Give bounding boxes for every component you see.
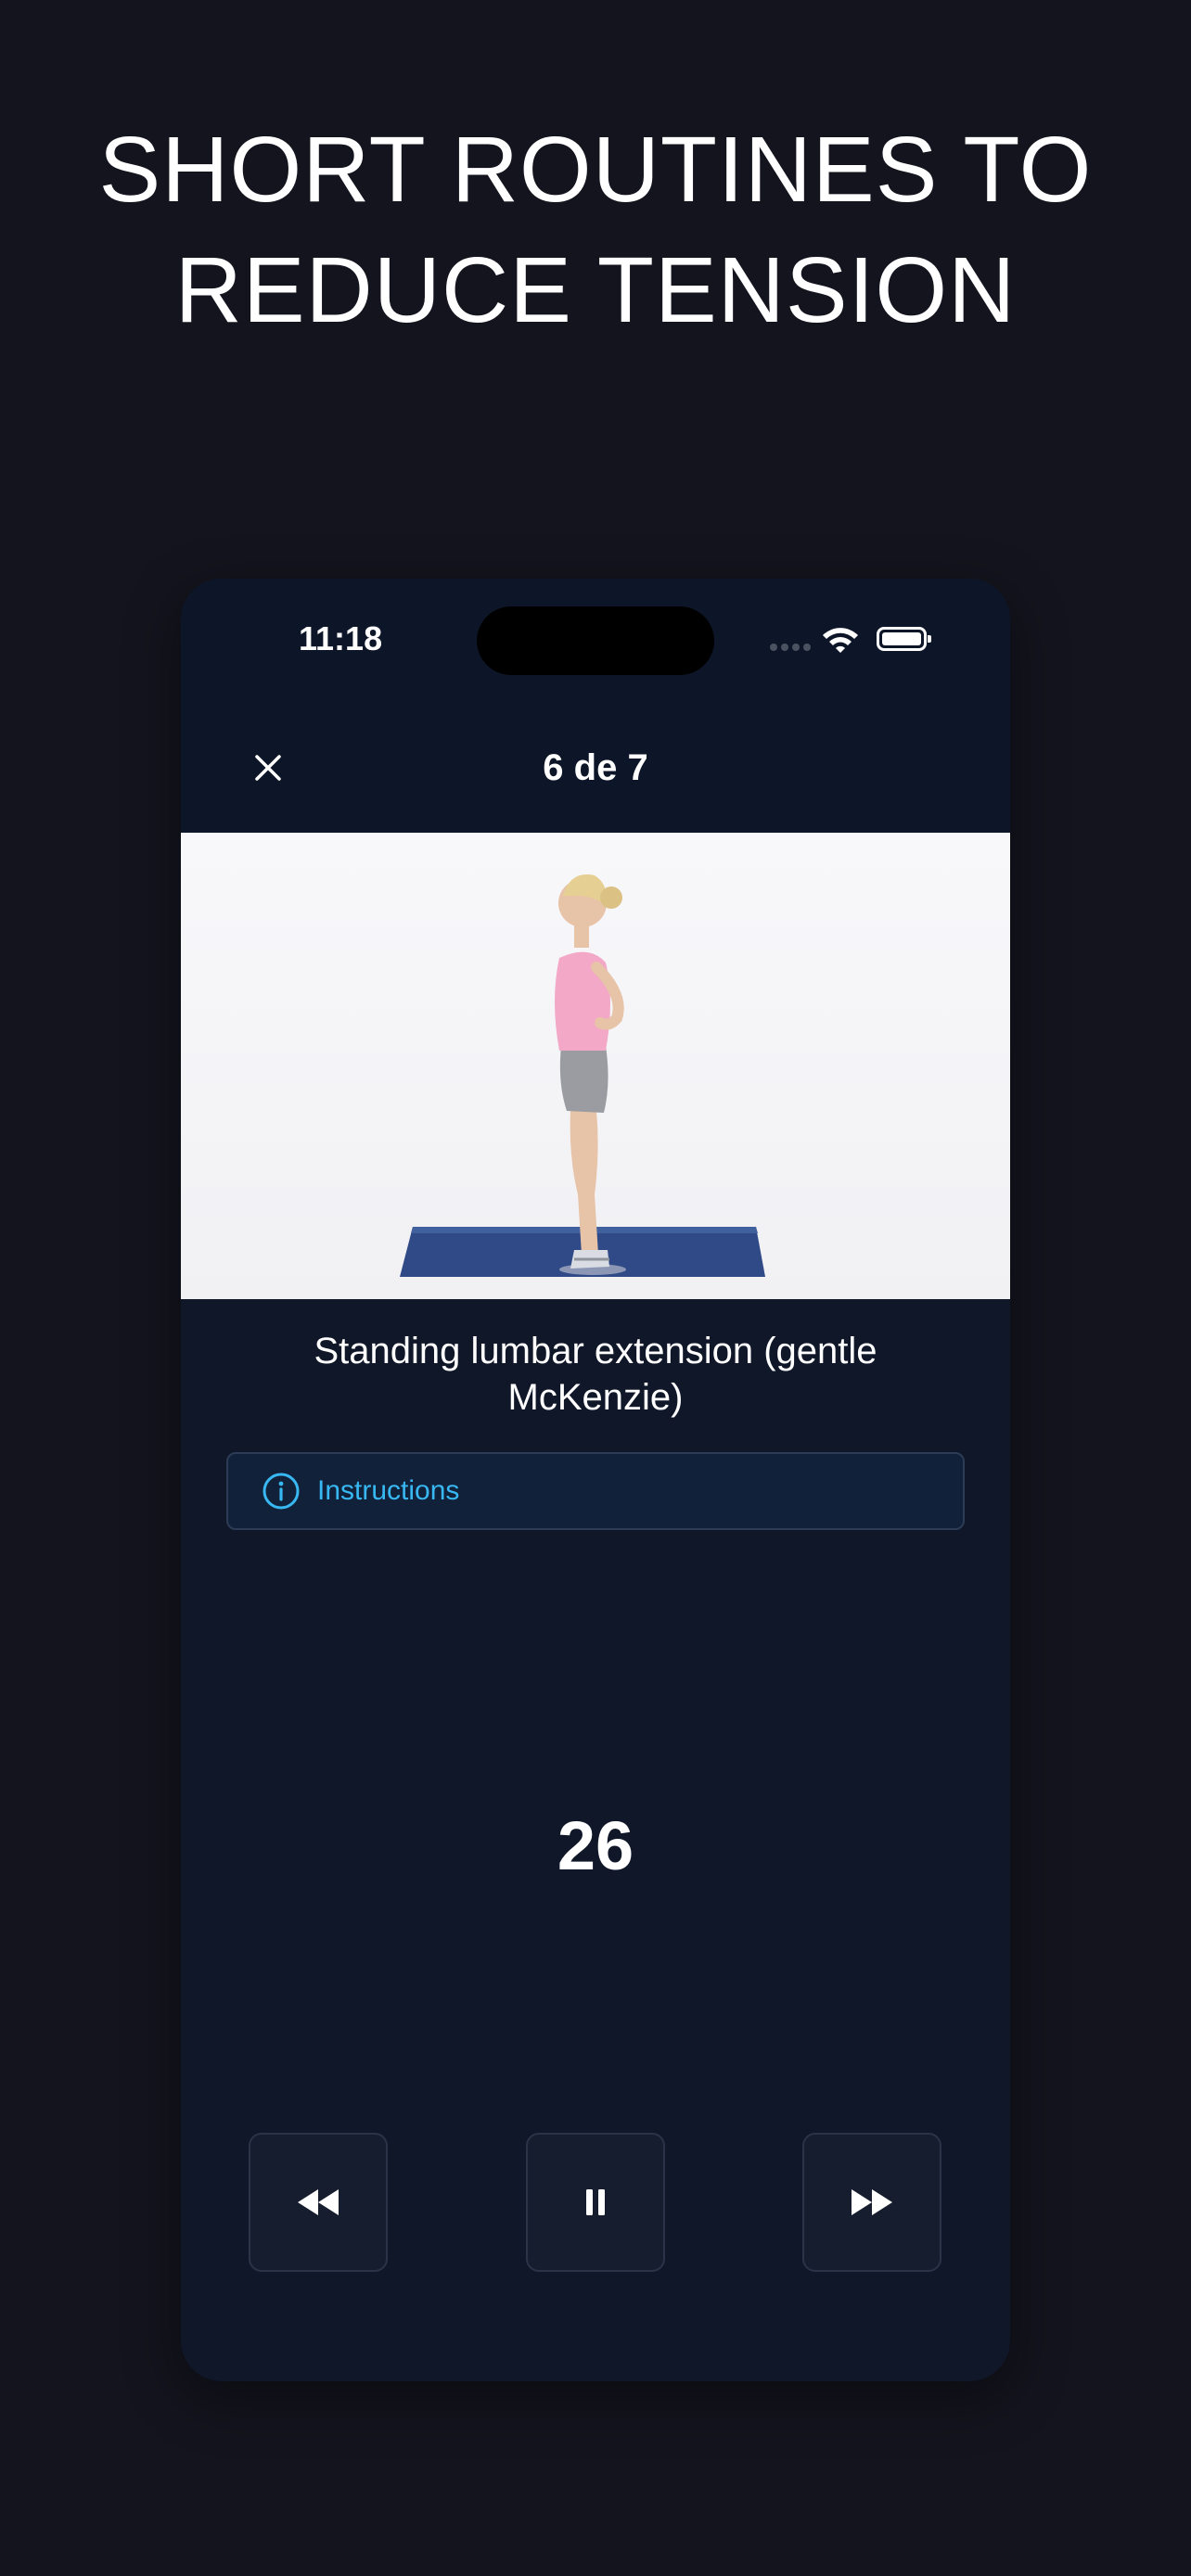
instructions-button[interactable]: Instructions	[226, 1452, 965, 1530]
phone-screen: 11:18 6 de 7 Standing lumbar extension (…	[181, 579, 1010, 2381]
pause-button[interactable]	[526, 2133, 665, 2272]
signal-dots-icon	[770, 644, 811, 651]
rewind-icon	[298, 2189, 339, 2215]
exercise-name: Standing lumbar extension (gentle McKenz…	[314, 1331, 877, 1418]
pause-icon	[586, 2189, 605, 2215]
exercise-progress: 6 de 7	[543, 747, 648, 788]
next-button[interactable]	[802, 2133, 941, 2272]
headline-line-1: SHORT ROUTINES TO	[98, 118, 1093, 222]
marketing-headline: SHORT ROUTINES TO REDUCE TENSION	[0, 109, 1191, 351]
exercise-video[interactable]	[181, 833, 1010, 1299]
instructions-label: Instructions	[317, 1475, 460, 1506]
dynamic-island	[477, 606, 714, 675]
status-time: 11:18	[299, 619, 383, 657]
exercise-illustration	[400, 874, 765, 1277]
wifi-icon	[823, 628, 858, 653]
battery-icon	[877, 627, 931, 651]
info-icon	[263, 1473, 300, 1510]
previous-button[interactable]	[249, 2133, 388, 2272]
headline-line-2: REDUCE TENSION	[174, 238, 1017, 342]
countdown-timer: 26	[557, 1807, 634, 1884]
fast-forward-icon	[852, 2189, 892, 2215]
